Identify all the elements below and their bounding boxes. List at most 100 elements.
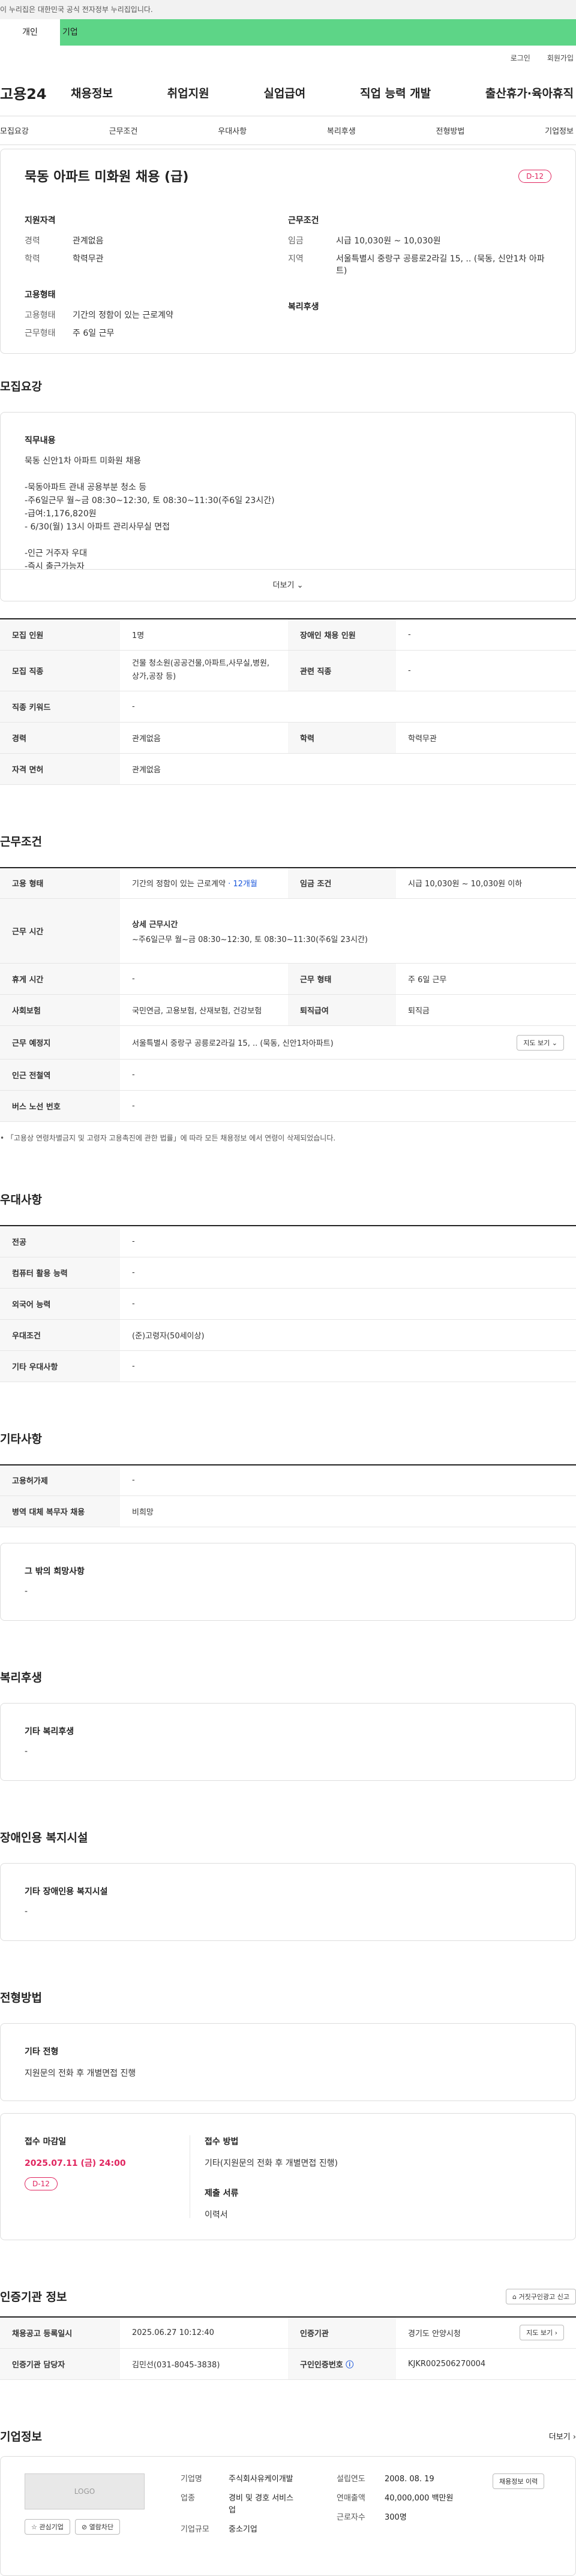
table-header: 고용허가제	[0, 1464, 120, 1496]
table-row: 사회보험 국민연금, 고용보험, 산재보험, 건강보험 퇴직급여 퇴직금	[0, 994, 576, 1026]
table-cell: -	[132, 702, 135, 711]
qual-row: 학력 학력무관	[25, 252, 288, 264]
job-description-heading: 직무내용	[25, 436, 56, 446]
table-header: 휴게 시간	[0, 963, 120, 995]
tab-preference[interactable]: 우대사항	[218, 125, 247, 136]
table-cell: 관계없음	[132, 765, 161, 775]
summary-right: 근무조건 임금 시급 10,030원 ~ 10,030원 지역 서울특별시 중랑구 …	[288, 214, 551, 363]
table-header: 사회보험	[0, 994, 120, 1026]
other-wishes-box: 그 밖의 희망사항 -	[0, 1543, 576, 1621]
table-row: 컴퓨터 활용 능력 -	[0, 1257, 576, 1288]
section-disability-title: 장애인용 복지시설	[0, 1831, 88, 1844]
table-cell: 관계없음	[132, 734, 161, 744]
section-selection-title: 전형방법	[0, 1991, 42, 2005]
tab-conditions[interactable]: 근무조건	[109, 125, 138, 136]
welfare-box: 기타 복리후생 -	[0, 1703, 576, 1781]
gnb-item-jobs[interactable]: 채용정보	[71, 85, 113, 101]
tab-personal[interactable]: 개인	[0, 19, 60, 46]
tab-welfare[interactable]: 복리후생	[327, 125, 356, 136]
table-row: 인근 전철역 -	[0, 1059, 576, 1091]
table-header: 임금 조건	[288, 867, 396, 899]
table-header: 채용공고 등록일시	[0, 2317, 120, 2348]
table-header: 우대조건	[0, 1319, 120, 1350]
tab-company[interactable]: 기업정보	[545, 125, 574, 136]
gnb-menu: 채용정보 취업지원 실업급여 직업 능력 개발 출산휴가·육아휴직	[71, 85, 576, 101]
chevron-down-icon: ⌄	[296, 581, 304, 590]
star-icon: ☆	[31, 2523, 37, 2531]
selection-value: 지원문의 전화 후 개별면접 진행	[25, 2069, 136, 2078]
qualification-group: 지원자격 경력 관계없음 학력 학력무관	[25, 214, 288, 264]
job-description-box: 직무내용 묵동 신안1차 아파트 미화원 채용 -묵동아파트 관내 공용부분 청…	[0, 412, 576, 569]
section-etc-title: 기타사항	[0, 1432, 42, 1446]
corp-row: 업종 경비 및 경호 서비스업	[181, 2493, 301, 2517]
table-cell: -	[132, 1236, 135, 1246]
desc-line: 묵동 신안1차 아파트 미화원 채용	[25, 456, 142, 466]
company-info-col-1: 기업명 주식회사유케이개발 업종 경비 및 경호 서비스업 기업규모 중소기업	[181, 2473, 301, 2559]
utility-bar: 로그인 회원가입	[0, 46, 576, 70]
user-type-tabs: 개인 기업	[0, 19, 576, 46]
gnb-item-unemployment-benefit[interactable]: 실업급여	[263, 85, 305, 101]
favorite-company-button[interactable]: ☆ 관심기업	[25, 2518, 70, 2535]
table-cell: -	[132, 1070, 135, 1079]
table-header: 근무 형태	[288, 963, 396, 995]
site-logo[interactable]: 고용24	[0, 82, 71, 103]
tab-selection[interactable]: 전형방법	[436, 125, 465, 136]
emp-type-value: 기간의 정함이 있는 근로계약	[132, 880, 226, 889]
corp-key: 기업명	[181, 2474, 202, 2484]
employment-heading: 고용형태	[25, 290, 56, 300]
info-icon[interactable]: ⓘ	[346, 2361, 353, 2370]
table-header: 버스 노선 번호	[0, 1090, 120, 1122]
qual-row: 경력 관계없음	[25, 234, 288, 246]
table-row: 직종 키워드 -	[0, 691, 576, 722]
agency-map-button[interactable]: 지도 보기 ›	[520, 2325, 564, 2341]
tab-recruit[interactable]: 모집요강	[0, 125, 29, 136]
other-wishes-value: -	[25, 1587, 28, 1596]
tab-company[interactable]: 기업	[60, 19, 576, 46]
report-button[interactable]: ⌂ 거짓구인광고 신고	[506, 2288, 576, 2304]
signup-link[interactable]: 회원가입	[547, 53, 574, 63]
desc-line: -즉시 출근가능자	[25, 562, 85, 569]
login-link[interactable]: 로그인	[511, 53, 530, 63]
table-row: 고용허가제 -	[0, 1464, 576, 1496]
table-cell: -	[132, 1299, 135, 1308]
table-header: 외국어 능력	[0, 1288, 120, 1319]
map-button[interactable]: 지도 보기 ⌄	[517, 1034, 564, 1051]
summary-card: 묵동 아파트 미화원 채용 (급) D-12 지원자격 경력 관계없음 학력 학력무…	[0, 149, 576, 354]
qual-value: 관계없음	[73, 236, 104, 246]
gnb-item-leave[interactable]: 출산휴가·육아휴직	[485, 85, 574, 101]
gnb-item-skills[interactable]: 직업 능력 개발	[360, 85, 431, 101]
corp-key: 근로자수	[337, 2512, 365, 2522]
more-button[interactable]: 더보기 ⌄	[0, 569, 576, 601]
work-value: 시급 10,030원 ~ 10,030원	[336, 236, 441, 246]
emp-value: 기간의 정함이 있는 근로계약	[73, 311, 173, 320]
table-header: 학력	[288, 722, 396, 753]
table-row: 병역 대체 복무자 채용 비희망	[0, 1495, 576, 1527]
preference-table: 전공 - 컴퓨터 활용 능력 - 외국어 능력 - 우대조건 (준)고령자(50세이상)…	[0, 1225, 576, 1382]
work-group: 근무조건 임금 시급 10,030원 ~ 10,030원 지역 서울특별시 중랑구 …	[288, 214, 551, 276]
block-label: 열람차단	[89, 2523, 114, 2531]
deadline-dday-badge: D-12	[25, 2177, 58, 2190]
table-cell: 기간의 정함이 있는 근로계약 · 12개월	[120, 868, 288, 899]
table-row: 우대조건 (준)고령자(50세이상)	[0, 1319, 576, 1350]
section-conditions-title: 근무조건	[0, 835, 42, 848]
table-cell: 시급 10,030원 ~ 10,030원 이하	[408, 880, 523, 889]
anchor-tabs: 모집요강 근무조건 우대사항 복리후생 전형방법 기업정보	[0, 116, 576, 145]
job-history-button[interactable]: 채용정보 이력	[493, 2473, 545, 2489]
table-header: 구인인증번호 ⓘ	[288, 2348, 396, 2379]
disability-box-value: -	[25, 1907, 28, 1916]
welfare-heading: 복리후생	[288, 302, 319, 312]
company-more-link[interactable]: 더보기 ›	[549, 2430, 576, 2442]
table-header: 근무 시간	[0, 898, 120, 964]
table-cell: -	[132, 974, 135, 983]
qual-value: 학력무관	[73, 254, 104, 264]
block-company-button[interactable]: ⊘ 열람차단	[74, 2518, 121, 2535]
corp-value: 주식회사유케이개발	[229, 2474, 293, 2484]
section-recruit-title: 모집요강	[0, 380, 42, 393]
map-button-label: 지도 보기	[523, 1039, 550, 1047]
table-cell: -	[408, 666, 411, 675]
work-heading: 근무조건	[288, 216, 319, 225]
gnb-item-employment-support[interactable]: 취업지원	[167, 85, 209, 101]
corp-row: 설립연도 2008. 08. 19	[337, 2473, 457, 2485]
corp-row: 연매출액 40,000,000 백만원	[337, 2493, 457, 2505]
dday-badge: D-12	[518, 170, 551, 183]
